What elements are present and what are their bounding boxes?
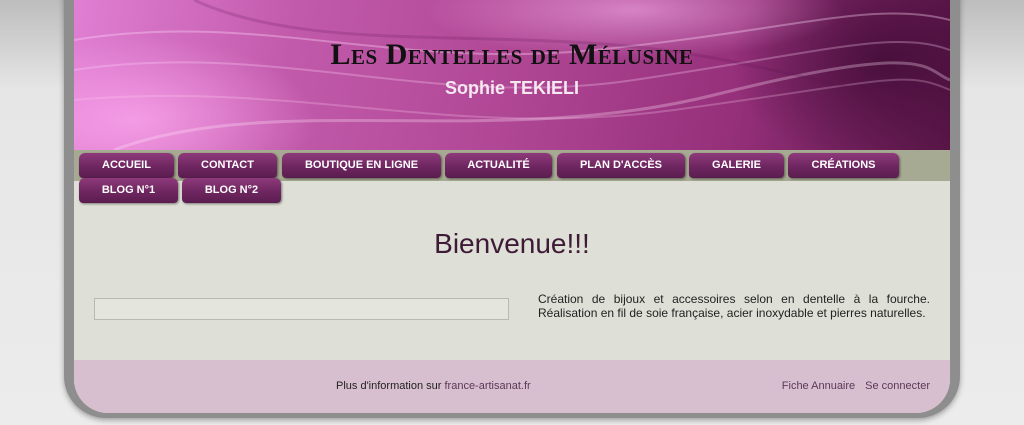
- page: Les Dentelles de Mélusine Sophie TEKIELI…: [74, 0, 950, 413]
- site-footer: Plus d'information sur france-artisanat.…: [74, 360, 950, 413]
- se-connecter-link[interactable]: Se connecter: [865, 380, 930, 392]
- nav-tab-creations[interactable]: CRÉATIONS: [788, 153, 899, 178]
- fiche-annuaire-link[interactable]: Fiche Annuaire: [782, 380, 855, 392]
- site-header: Les Dentelles de Mélusine Sophie TEKIELI: [74, 0, 950, 150]
- footer-links: Fiche Annuaire Se connecter: [772, 380, 930, 392]
- welcome-heading: Bienvenue!!!: [434, 228, 590, 259]
- description-text: Création de bijoux et accessoires selon …: [538, 292, 930, 320]
- footer-info: Plus d'information sur france-artisanat.…: [336, 380, 531, 392]
- site-subtitle: Sophie TEKIELI: [444, 78, 579, 98]
- nav-tab-boutique[interactable]: BOUTIQUE EN LIGNE: [282, 153, 441, 178]
- footer-info-text: Plus d'information sur: [336, 380, 445, 392]
- nav-tab-galerie[interactable]: GALERIE: [689, 153, 784, 178]
- nav-tab-contact[interactable]: CONTACT: [178, 153, 277, 178]
- header-swoosh-decoration: [74, 0, 950, 150]
- nav-tab-plan-acces[interactable]: PLAN D'ACCÈS: [557, 153, 685, 178]
- nav-tab-blog-1[interactable]: BLOG N°1: [79, 178, 178, 203]
- image-placeholder: [94, 298, 509, 320]
- site-title: Les Dentelles de Mélusine: [330, 38, 694, 71]
- nav-tab-blog-2[interactable]: BLOG N°2: [182, 178, 281, 203]
- nav-tab-actualite[interactable]: ACTUALITÉ: [445, 153, 552, 178]
- france-artisanat-link[interactable]: france-artisanat.fr: [444, 380, 530, 392]
- nav-tab-accueil[interactable]: ACCUEIL: [79, 153, 174, 178]
